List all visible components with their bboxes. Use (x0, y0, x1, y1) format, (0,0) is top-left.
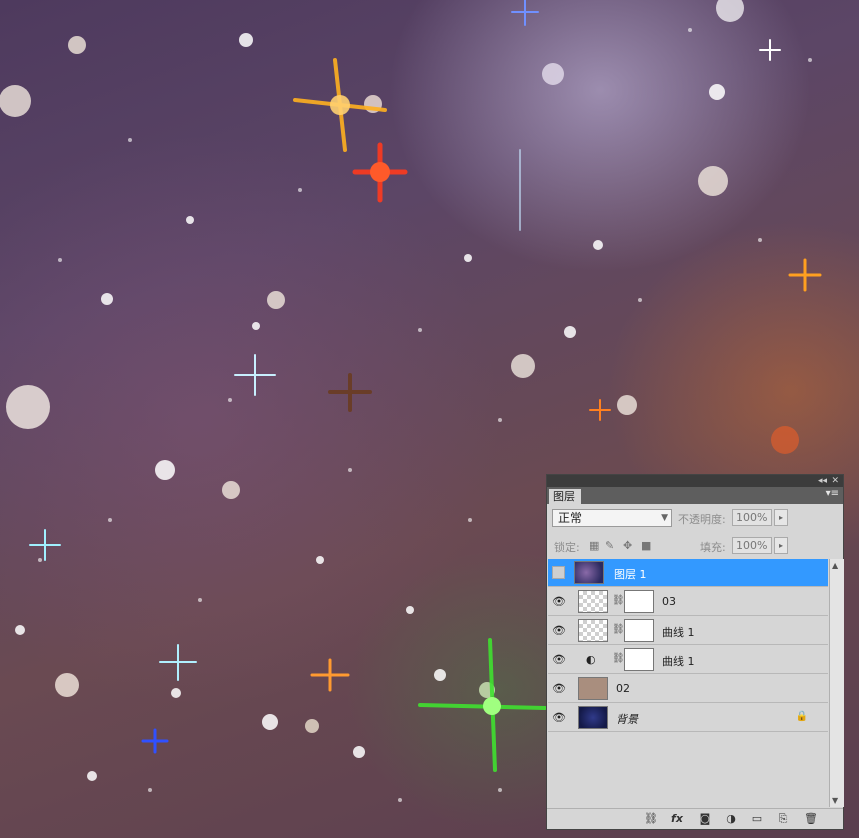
blend-opacity-row: 正常 ▼ 不透明度: 100% ▸ (547, 509, 843, 531)
link-layers-icon[interactable]: ⛓ (643, 812, 659, 826)
visibility-toggle[interactable] (552, 566, 565, 579)
lock-label: 锁定: (554, 541, 580, 554)
eye-icon[interactable]: 👁 (552, 682, 566, 695)
layer-thumbnail (578, 619, 608, 642)
lock-all-icon[interactable]: ■ (641, 539, 651, 552)
layer-name: 图层 1 (614, 568, 647, 581)
smart-object-thumbnail (578, 677, 608, 700)
layer-row-03[interactable]: 👁 ⛓ 03 (548, 588, 828, 616)
layer-row-background[interactable]: 👁 背景 🔒 (548, 704, 828, 732)
link-icon[interactable]: ⛓ (612, 624, 625, 635)
fx-icon[interactable]: fx (669, 812, 685, 826)
layer-thumbnail (578, 706, 608, 729)
scroll-down-icon[interactable]: ▼ (832, 796, 838, 805)
add-mask-icon[interactable]: ◙ (697, 812, 713, 826)
fill-label: 填充: (700, 541, 726, 554)
lock-transparent-pixels-icon[interactable]: ▦ (589, 539, 599, 552)
layer-name: 03 (662, 595, 676, 608)
new-layer-icon[interactable]: ⎘ (775, 812, 791, 826)
trash-icon[interactable]: 🗑 (803, 812, 819, 826)
collapse-icon[interactable]: ◂◂ (818, 475, 827, 487)
lock-icon: 🔒 (795, 711, 808, 722)
layer-thumbnail (578, 590, 608, 613)
opacity-label: 不透明度: (678, 513, 726, 526)
new-group-icon[interactable]: ▭ (749, 812, 765, 826)
layer-mask-thumbnail[interactable] (624, 648, 654, 671)
adjustment-layer-icon[interactable]: ◑ (723, 812, 739, 826)
layer-mask-thumbnail[interactable] (624, 590, 654, 613)
fill-slider-arrow[interactable]: ▸ (774, 537, 788, 554)
layer-row-图层1[interactable]: 图层 1 (548, 559, 828, 587)
eye-icon[interactable]: 👁 (552, 711, 566, 724)
scroll-up-icon[interactable]: ▲ (832, 561, 838, 570)
tab-layers[interactable]: 图层 (549, 489, 581, 504)
panel-titlebar[interactable]: ◂◂ ✕ (547, 475, 843, 487)
link-icon[interactable]: ⛓ (612, 595, 625, 606)
panel-bottom-toolbar: ⛓ fx ◙ ◑ ▭ ⎘ 🗑 (547, 808, 843, 829)
layer-row-02[interactable]: 👁 02 (548, 675, 828, 703)
blend-mode-value: 正常 (558, 511, 583, 525)
layer-name: 背景 (616, 713, 638, 726)
lock-fill-row: 锁定: ▦ ✎ ✥ ■ 填充: 100% ▸ (547, 536, 843, 556)
lock-image-pixels-icon[interactable]: ✎ (605, 539, 614, 552)
layer-row-curves-1[interactable]: 👁 ⛓ 曲线 1 (548, 617, 828, 645)
layers-list: 图层 1 👁 ⛓ 03 👁 ⛓ 曲线 1 👁 ◐ ⛓ 曲线 1 👁 02 👁 背… (548, 559, 828, 807)
panel-tab-row: 图层 ▾≡ (547, 487, 843, 504)
layer-thumbnail (574, 561, 604, 584)
opacity-input[interactable]: 100% (732, 509, 772, 526)
layers-scrollbar[interactable]: ▲ ▼ (829, 559, 844, 807)
chevron-down-icon: ▼ (661, 513, 668, 523)
link-icon[interactable]: ⛓ (612, 653, 625, 664)
layers-panel: ◂◂ ✕ 图层 ▾≡ 正常 ▼ 不透明度: 100% ▸ 锁定: ▦ ✎ ✥ ■… (546, 474, 844, 830)
layer-mask-thumbnail[interactable] (624, 619, 654, 642)
opacity-slider-arrow[interactable]: ▸ (774, 509, 788, 526)
eye-icon[interactable]: 👁 (552, 595, 566, 608)
adjustment-layer-icon: ◐ (586, 653, 596, 666)
fill-input[interactable]: 100% (732, 537, 772, 554)
layer-name: 曲线 1 (662, 626, 695, 639)
close-icon[interactable]: ✕ (831, 475, 839, 487)
panel-menu-icon[interactable]: ▾≡ (826, 488, 839, 499)
eye-icon[interactable]: 👁 (552, 624, 566, 637)
lock-position-icon[interactable]: ✥ (623, 539, 632, 552)
eye-icon[interactable]: 👁 (552, 653, 566, 666)
layer-row-curves-1-adjustment[interactable]: 👁 ◐ ⛓ 曲线 1 (548, 646, 828, 674)
layer-name: 曲线 1 (662, 655, 695, 668)
layer-name: 02 (616, 682, 630, 695)
blend-mode-select[interactable]: 正常 ▼ (552, 509, 672, 527)
